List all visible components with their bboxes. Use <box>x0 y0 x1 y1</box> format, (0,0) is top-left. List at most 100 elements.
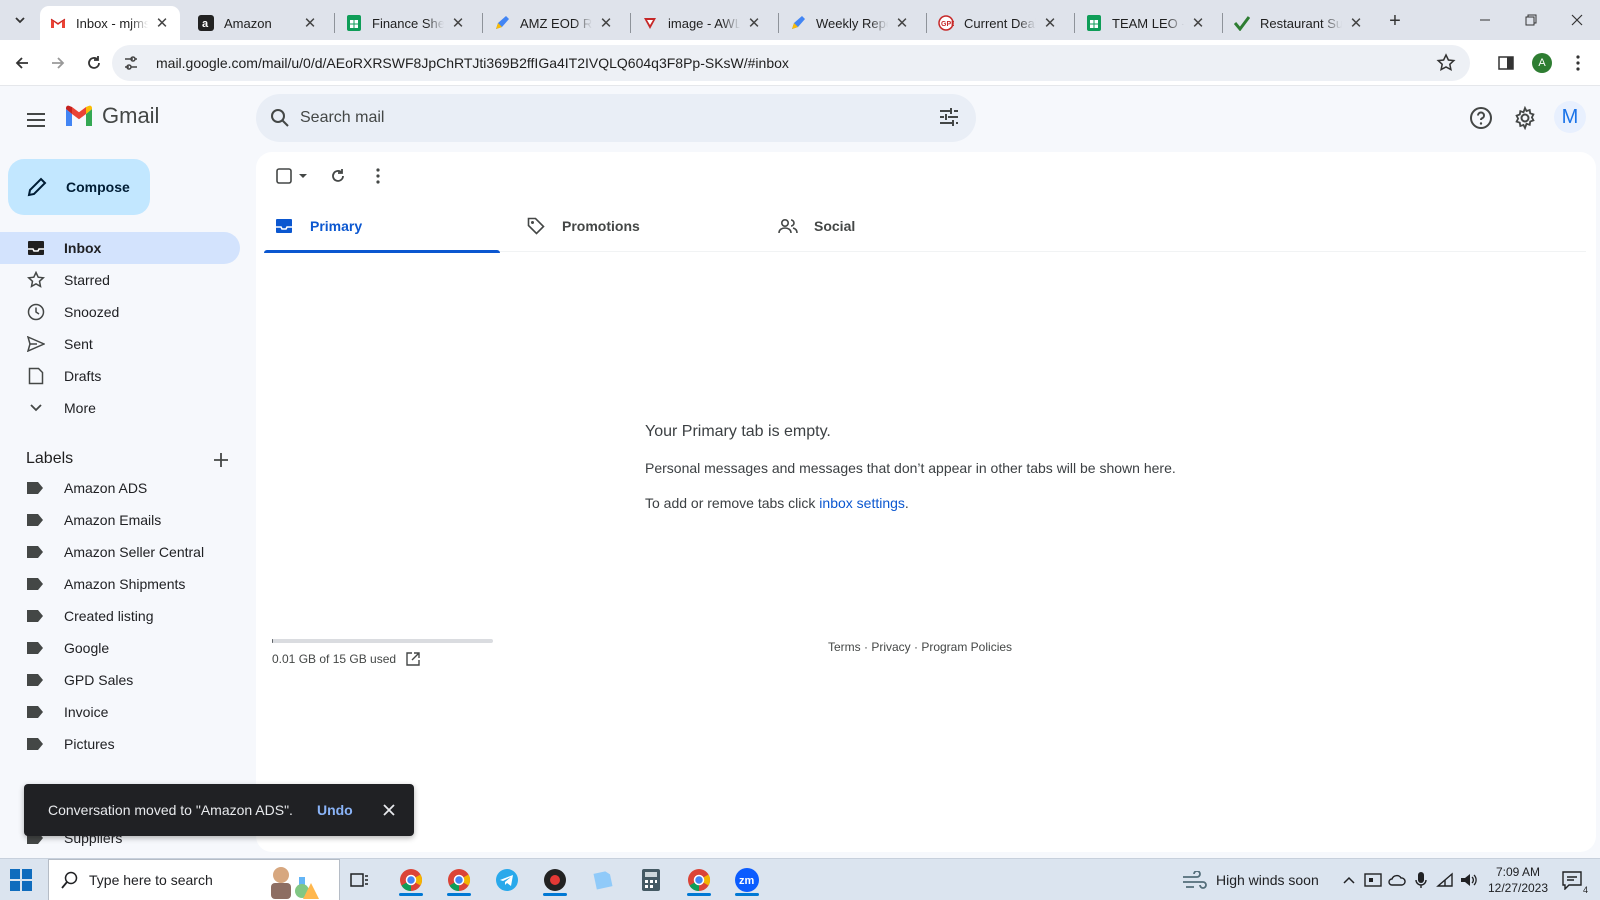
browser-tab-4[interactable]: image - AWL Labs ✕ <box>632 6 772 40</box>
back-button[interactable] <box>8 49 36 77</box>
restore-button[interactable] <box>1508 4 1554 36</box>
settings-button[interactable] <box>1511 104 1539 132</box>
taskbar-app-telegram[interactable] <box>489 864 525 896</box>
volume-icon[interactable] <box>1460 871 1478 889</box>
footer-links[interactable]: Terms · Privacy · Program Policies <box>828 640 1012 654</box>
label-item-4[interactable]: Created listing <box>0 600 240 632</box>
close-icon[interactable]: ✕ <box>1042 15 1058 32</box>
search-options-icon[interactable] <box>938 106 960 128</box>
reload-button[interactable] <box>80 49 108 77</box>
main-menu-button[interactable] <box>22 106 50 134</box>
close-icon[interactable]: ✕ <box>154 15 170 32</box>
select-all-checkbox[interactable] <box>274 164 310 188</box>
site-settings-icon[interactable] <box>122 54 140 72</box>
taskbar-app-recorder[interactable] <box>537 864 573 896</box>
nav-item-sent[interactable]: Sent <box>0 328 240 360</box>
search-bar[interactable] <box>256 94 976 142</box>
label-item-1[interactable]: Amazon Emails <box>0 504 240 536</box>
browser-tab-title: Finance Sheet <box>372 15 444 31</box>
open-external-icon[interactable] <box>406 652 420 666</box>
notification-center-button[interactable]: 4 <box>1560 869 1588 895</box>
inbox-settings-link[interactable]: inbox settings <box>819 495 905 511</box>
browser-tab-3[interactable]: AMZ EOD Report ✕ <box>484 6 624 40</box>
browser-tab-7[interactable]: TEAM LEO - Google ✕ <box>1076 6 1216 40</box>
label-item-0[interactable]: Amazon ADS <box>0 472 240 504</box>
taskbar-app-chrome-2[interactable] <box>441 864 477 896</box>
tab-search-dropdown[interactable] <box>8 8 32 32</box>
taskbar-app-calculator[interactable] <box>633 864 669 896</box>
tab-primary[interactable]: Primary <box>264 200 500 253</box>
account-avatar[interactable]: M <box>1554 101 1586 133</box>
close-icon[interactable]: ✕ <box>746 15 762 32</box>
browser-tab-1[interactable]: a Amazon ✕ <box>188 6 328 40</box>
create-label-button[interactable] <box>209 448 233 472</box>
weather-text[interactable]: High winds soon <box>1216 872 1319 888</box>
tray-cloud-icon[interactable] <box>1388 871 1406 889</box>
support-button[interactable] <box>1467 104 1495 132</box>
windows-start-icon[interactable] <box>10 869 32 891</box>
close-icon[interactable]: ✕ <box>450 15 466 32</box>
nav-item-starred[interactable]: Starred <box>0 264 240 296</box>
system-clock[interactable]: 7:09 AM 12/27/2023 <box>1482 864 1554 896</box>
browser-tab-0[interactable]: Inbox - mjmstore ✕ <box>40 6 180 40</box>
task-view-button[interactable] <box>342 864 378 896</box>
label-icon <box>26 510 46 530</box>
recorder-icon <box>544 869 566 891</box>
label-item-6[interactable]: GPD Sales <box>0 664 240 696</box>
browser-tab-6[interactable]: GPD Current Deals ✕ <box>928 6 1068 40</box>
notification-count: 4 <box>1582 885 1588 895</box>
label-item-5[interactable]: Google <box>0 632 240 664</box>
refresh-button[interactable] <box>326 164 350 188</box>
nav-item-drafts[interactable]: Drafts <box>0 360 240 392</box>
show-hidden-icons-button[interactable] <box>1340 871 1358 889</box>
minimize-button[interactable] <box>1462 4 1508 36</box>
forward-button[interactable] <box>44 49 72 77</box>
inbox-icon <box>274 216 294 236</box>
nav-item-more[interactable]: More <box>0 392 240 424</box>
close-icon[interactable]: ✕ <box>894 15 910 32</box>
wind-weather-icon[interactable] <box>1182 871 1208 889</box>
undo-button[interactable]: Undo <box>317 802 353 818</box>
microphone-icon[interactable] <box>1412 871 1430 889</box>
close-icon[interactable]: ✕ <box>302 15 318 32</box>
tray-meet-icon[interactable] <box>1364 871 1382 889</box>
nav-item-snoozed[interactable]: Snoozed <box>0 296 240 328</box>
taskbar-app-zoom[interactable]: zm <box>729 864 765 896</box>
nav-item-inbox[interactable]: Inbox <box>0 232 240 264</box>
label-item-3[interactable]: Amazon Shipments <box>0 568 240 600</box>
new-tab-button[interactable]: + <box>1383 9 1407 33</box>
tab-social[interactable]: Social <box>768 200 1004 252</box>
window-close-button[interactable] <box>1554 4 1600 36</box>
tab-promotions[interactable]: Promotions <box>516 200 752 252</box>
browser-tab-5[interactable]: Weekly Report ✕ <box>780 6 920 40</box>
taskbar-app-chrome-1[interactable] <box>393 864 429 896</box>
close-icon[interactable]: ✕ <box>1348 15 1364 32</box>
label-item-8[interactable]: Pictures <box>0 728 240 760</box>
profile-button[interactable]: A <box>1530 51 1554 75</box>
close-icon[interactable]: ✕ <box>1190 15 1206 32</box>
people-icon <box>778 216 798 236</box>
label-item-7[interactable]: Invoice <box>0 696 240 728</box>
taskbar-app-files[interactable] <box>585 864 621 896</box>
more-actions-button[interactable] <box>366 164 390 188</box>
label-item-2[interactable]: Amazon Seller Central <box>0 536 240 568</box>
taskbar-search-box[interactable]: Type here to search <box>48 859 340 900</box>
clock-time: 7:09 AM <box>1495 865 1541 879</box>
browser-menu-button[interactable] <box>1566 51 1590 75</box>
browser-tab-2[interactable]: Finance Sheet ✕ <box>336 6 476 40</box>
side-panel-button[interactable] <box>1494 51 1518 75</box>
search-icon[interactable] <box>270 108 290 128</box>
close-icon[interactable]: ✕ <box>598 15 614 32</box>
bookmark-star-icon[interactable] <box>1436 53 1456 73</box>
compose-button[interactable]: Compose <box>8 159 150 215</box>
search-input[interactable] <box>300 106 900 130</box>
tab-label: Social <box>814 218 856 234</box>
dismiss-toast-button[interactable] <box>379 800 399 820</box>
windows-taskbar: Type here to search zm High winds soon 7… <box>0 858 1600 900</box>
gmail-logo[interactable]: Gmail <box>64 103 159 129</box>
wifi-icon[interactable] <box>1436 871 1454 889</box>
browser-tab-8[interactable]: Restaurant Supply ✕ <box>1224 6 1374 40</box>
tab-separator <box>1074 13 1075 33</box>
taskbar-app-chrome-3[interactable] <box>681 864 717 896</box>
address-bar[interactable]: mail.google.com/mail/u/0/d/AEoRXRSWF8JpC… <box>112 45 1470 81</box>
